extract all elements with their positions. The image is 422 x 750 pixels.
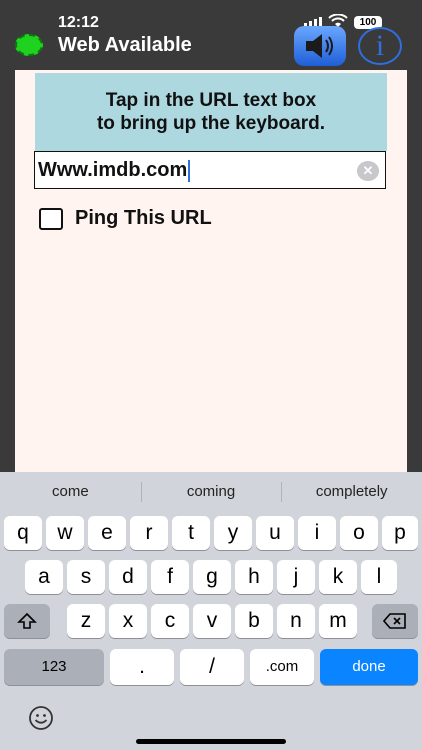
key-b[interactable]: b — [235, 604, 273, 638]
key-f[interactable]: f — [151, 560, 189, 594]
key-q[interactable]: q — [4, 516, 42, 550]
key-u[interactable]: u — [256, 516, 294, 550]
key-r[interactable]: r — [130, 516, 168, 550]
key-x[interactable]: x — [109, 604, 147, 638]
emoji-icon[interactable] — [28, 705, 54, 731]
suggestion-item[interactable]: come — [0, 472, 141, 512]
url-input[interactable]: Www.imdb.com ✕ — [34, 151, 386, 189]
numbers-key[interactable]: 123 — [4, 649, 104, 685]
sound-toggle-button[interactable] — [294, 26, 346, 66]
key-n[interactable]: n — [277, 604, 315, 638]
shift-icon — [17, 613, 37, 630]
key-s[interactable]: s — [67, 560, 105, 594]
web-status-label: Web Available — [58, 34, 192, 56]
onscreen-keyboard: come coming completely q w e r t y u i o… — [0, 472, 422, 750]
key-d[interactable]: d — [109, 560, 147, 594]
ping-checkbox-label[interactable]: Ping This URL — [75, 207, 212, 230]
text-caret — [188, 159, 191, 182]
info-icon: i — [375, 29, 385, 62]
key-p[interactable]: p — [382, 516, 418, 550]
shift-key[interactable] — [4, 604, 50, 638]
suggestion-bar: come coming completely — [0, 472, 422, 512]
backspace-key[interactable] — [372, 604, 418, 638]
key-e[interactable]: e — [88, 516, 126, 550]
ping-checkbox[interactable] — [39, 208, 63, 230]
key-h[interactable]: h — [235, 560, 273, 594]
key-y[interactable]: y — [214, 516, 252, 550]
suggestion-item[interactable]: coming — [140, 472, 282, 512]
key-a[interactable]: a — [25, 560, 63, 594]
key-o[interactable]: o — [340, 516, 378, 550]
instruction-line-1: Tap in the URL text box — [105, 90, 317, 111]
key-z[interactable]: z — [67, 604, 105, 638]
suggestion-item[interactable]: completely — [281, 472, 422, 512]
clear-icon: ✕ — [362, 163, 374, 178]
key-i[interactable]: i — [298, 516, 336, 550]
done-key[interactable]: done — [320, 649, 418, 685]
dotcom-key[interactable]: .com — [250, 649, 314, 685]
period-key[interactable]: . — [110, 649, 174, 685]
home-indicator — [136, 739, 286, 744]
info-button[interactable]: i — [358, 27, 402, 65]
main-content: Tap in the URL text box to bring up the … — [15, 70, 407, 472]
key-v[interactable]: v — [193, 604, 231, 638]
web-status-indicator-icon — [15, 34, 43, 56]
key-w[interactable]: w — [46, 516, 84, 550]
clear-text-button[interactable]: ✕ — [357, 161, 379, 181]
key-l[interactable]: l — [361, 560, 397, 594]
key-j[interactable]: j — [277, 560, 315, 594]
key-m[interactable]: m — [319, 604, 357, 638]
backspace-icon — [382, 613, 406, 630]
slash-key[interactable]: / — [180, 649, 244, 685]
url-input-value: Www.imdb.com — [38, 159, 188, 181]
instruction-banner: Tap in the URL text box to bring up the … — [35, 73, 387, 151]
key-g[interactable]: g — [193, 560, 231, 594]
status-bar: 12:12 100 Web Available i — [0, 0, 422, 70]
key-t[interactable]: t — [172, 516, 210, 550]
key-k[interactable]: k — [319, 560, 357, 594]
instruction-line-2: to bring up the keyboard. — [96, 113, 325, 134]
key-c[interactable]: c — [151, 604, 189, 638]
status-time: 12:12 — [58, 14, 99, 31]
speaker-icon — [306, 34, 333, 58]
